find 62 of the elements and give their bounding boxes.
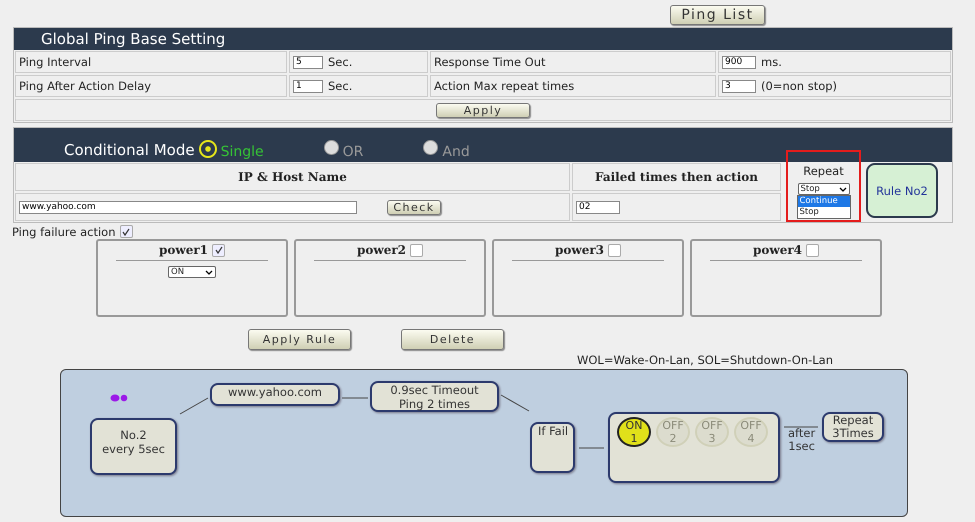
outlet-node: OFF 4 <box>734 417 768 447</box>
delete-button[interactable]: Delete <box>401 329 504 350</box>
table-cell: Ping After Action Delay <box>15 75 287 97</box>
unit-label: ms. <box>761 55 782 69</box>
section-title: Conditional Mode <box>63 141 195 160</box>
checkbox[interactable] <box>212 244 226 256</box>
check-button[interactable]: Check <box>387 200 441 214</box>
caret-icon <box>838 186 846 192</box>
outlet-node: OFF 2 <box>656 417 690 447</box>
checkbox[interactable] <box>410 244 424 256</box>
host-node: www.yahoo.com <box>210 383 340 406</box>
check-icon <box>121 226 131 236</box>
unit-label: Sec. <box>328 55 352 69</box>
repeat-dropdown[interactable]: Stop <box>798 183 850 195</box>
unit-label: Sec. <box>328 79 352 93</box>
caret-icon <box>205 270 213 274</box>
table-cell: Action Max repeat times <box>430 75 716 97</box>
radio-button[interactable] <box>423 140 438 155</box>
checkbox-label: Ping failure action <box>12 224 116 238</box>
connector-line <box>784 426 818 428</box>
outlet-node: OFF 3 <box>695 417 729 447</box>
dots-icon <box>110 394 128 402</box>
repeat-node: Repeat 3Times <box>822 412 884 442</box>
connector-line <box>180 398 208 414</box>
input-field[interactable]: 3 <box>722 80 756 92</box>
input-field[interactable]: 5 <box>293 56 323 68</box>
power-label: power1 <box>158 243 208 257</box>
dropdown-option[interactable]: Stop <box>798 207 850 218</box>
power-label: power2 <box>356 243 406 257</box>
rule-button[interactable]: Rule No2 <box>866 163 938 218</box>
radio-label: OR <box>342 144 364 160</box>
condition-node: If Fail <box>530 422 575 473</box>
connector-line <box>500 394 530 412</box>
section-title: Global Ping Base Setting <box>40 30 226 48</box>
delay-label: after 1sec <box>788 427 816 453</box>
input-field[interactable]: 02 <box>576 200 620 214</box>
legend-text: WOL=Wake-On-Lan, SOL=Shutdown-On-Lan <box>576 352 834 367</box>
radio-label: Single <box>220 144 264 160</box>
host-input[interactable]: www.yahoo.com <box>19 200 357 214</box>
checkbox[interactable] <box>120 225 132 238</box>
power-label: power4 <box>752 243 802 257</box>
column-header: Failed times then action <box>572 163 781 191</box>
input-field[interactable]: 1 <box>293 80 323 92</box>
checkbox[interactable] <box>608 244 622 256</box>
checkbox[interactable] <box>806 244 820 256</box>
apply-button[interactable]: Apply <box>436 102 530 118</box>
power-label: power3 <box>554 243 604 257</box>
input-field[interactable]: 900 <box>722 56 756 68</box>
apply-rule-button[interactable]: Apply Rule <box>248 329 351 350</box>
action-dropdown[interactable]: ON <box>168 266 216 278</box>
radio-label: And <box>442 144 470 160</box>
table-cell: Response Time Out <box>430 51 716 73</box>
radio-button[interactable] <box>324 140 339 155</box>
unit-label: (0=non stop) <box>761 79 838 93</box>
timeout-node: 0.9sec Timeout Ping 2 times <box>370 381 499 412</box>
ping-list-button[interactable]: Ping List <box>670 5 765 25</box>
column-header: Repeat <box>803 164 844 178</box>
column-header: IP & Host Name <box>15 163 570 191</box>
outlet-node: ON 1 <box>617 417 651 447</box>
dropdown-option[interactable]: Continue <box>798 196 850 207</box>
table-cell: Ping Interval <box>15 51 287 73</box>
check-icon <box>214 245 224 255</box>
